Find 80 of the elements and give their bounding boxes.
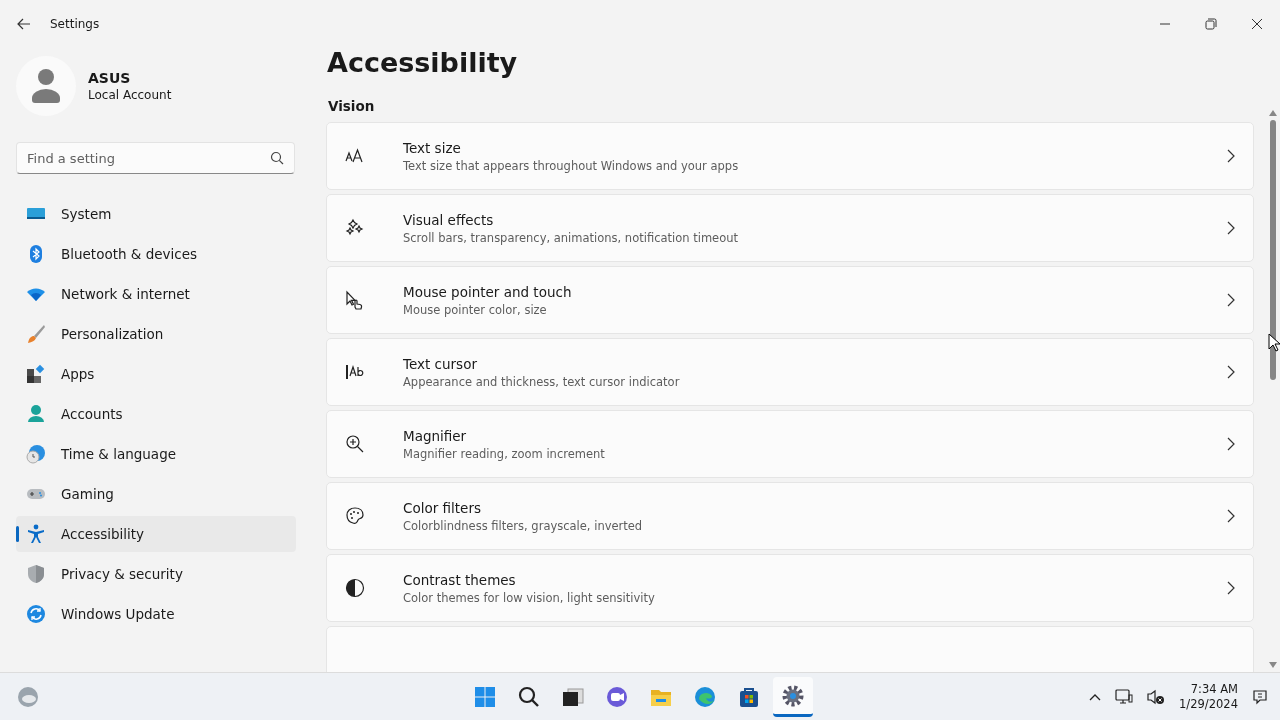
gear-icon [781, 683, 805, 708]
setting-title: Mouse pointer and touch [403, 283, 573, 300]
sync-icon [26, 604, 46, 624]
setting-description: Appearance and thickness, text cursor indicator [403, 374, 681, 389]
nav-item[interactable]: Network & internet [16, 276, 296, 312]
store-icon [737, 685, 761, 709]
chevron-right-icon [1227, 365, 1235, 379]
pointer-hand-icon [345, 290, 365, 310]
setting-card[interactable]: Text cursor Appearance and thickness, text cursor indicator [326, 338, 1254, 406]
setting-description: Mouse pointer color, size [403, 302, 548, 317]
setting-title: Color filters [403, 499, 482, 516]
selection-indicator [16, 526, 19, 542]
task-view-icon [561, 685, 585, 709]
taskbar-app[interactable] [773, 677, 813, 717]
network-icon[interactable] [1115, 688, 1134, 705]
setting-description: Magnifier reading, zoom increment [403, 446, 606, 461]
scroll-down-icon[interactable] [1269, 662, 1277, 668]
nav-item[interactable]: Gaming [16, 476, 296, 512]
accessibility-icon [26, 524, 46, 544]
setting-title: Text size [403, 139, 462, 156]
setting-card[interactable]: Magnifier Magnifier reading, zoom increment [326, 410, 1254, 478]
setting-description: Text size that appears throughout Windows and your apps [403, 158, 740, 173]
nav-item[interactable]: Windows Update [16, 596, 296, 632]
nav-item[interactable]: Time & language [16, 436, 296, 472]
search-icon [270, 151, 284, 165]
setting-card[interactable]: Text size Text size that appears throughout Windows and your apps [326, 122, 1254, 190]
nav-item[interactable]: System [16, 196, 296, 232]
chevron-right-icon [1227, 293, 1235, 307]
scrollbar-thumb[interactable] [1270, 120, 1276, 380]
video-chat-icon [605, 685, 629, 709]
back-icon[interactable] [16, 16, 32, 32]
setting-card[interactable]: Visual effects Scroll bars, transparency, animations, notification timeout [326, 194, 1254, 262]
shield-icon [26, 564, 46, 584]
search-icon [517, 685, 541, 709]
setting-title: Text cursor [403, 355, 478, 372]
nav-item[interactable]: Bluetooth & devices [16, 236, 296, 272]
nav-item[interactable]: Personalization [16, 316, 296, 352]
contrast-icon [345, 578, 365, 598]
chevron-right-icon [1227, 509, 1235, 523]
setting-description: Color themes for low vision, light sensitivity [403, 590, 656, 605]
setting-description: Scroll bars, transparency, animations, notification timeout [403, 230, 739, 245]
setting-title: Magnifier [403, 427, 468, 444]
chevron-right-icon [1227, 221, 1235, 235]
speaker-muted-icon[interactable] [1147, 688, 1166, 705]
paintbrush-icon [26, 324, 46, 344]
nav-item[interactable]: Privacy & security [16, 556, 296, 592]
account-type: Local Account [88, 88, 172, 102]
setting-card[interactable]: Mouse pointer and touch Mouse pointer color, size [326, 266, 1254, 334]
setting-title: Visual effects [403, 211, 495, 228]
apps-icon [26, 364, 46, 384]
chevron-right-icon [1227, 437, 1235, 451]
chevron-right-icon [1227, 149, 1235, 163]
scroll-up-icon[interactable] [1269, 110, 1277, 116]
clock-time[interactable]: 7:34 AM [1190, 681, 1238, 697]
close-icon[interactable] [1251, 18, 1263, 30]
clock-globe-icon [26, 444, 46, 464]
setting-card[interactable]: Color filters Colorblindness filters, grayscale, inverted [326, 482, 1254, 550]
clock-date[interactable]: 1/29/2024 [1179, 696, 1238, 712]
restore-icon[interactable] [1205, 18, 1217, 30]
setting-description: Colorblindness filters, grayscale, inverted [403, 518, 644, 533]
page-title: Accessibility [326, 48, 519, 80]
nav-item[interactable]: Apps [16, 356, 296, 392]
nav-item[interactable]: Accessibility [16, 516, 296, 552]
notification-icon[interactable] [1252, 688, 1268, 705]
setting-title: Contrast themes [403, 571, 517, 588]
section-heading: Vision [328, 98, 376, 114]
person-icon [26, 404, 46, 424]
browser-icon [693, 685, 717, 709]
zoom-in-icon [345, 434, 365, 454]
palette-icon [345, 506, 365, 526]
setting-card[interactable]: Contrast themes Color themes for low vision, light sensitivity [326, 554, 1254, 622]
search-field[interactable]: Find a setting [16, 142, 295, 174]
chevron-right-icon [1227, 581, 1235, 595]
window-title: Settings [50, 17, 100, 31]
nav-item[interactable]: Accounts [16, 396, 296, 432]
text-cursor-icon [345, 362, 365, 382]
start-icon [473, 685, 497, 709]
chevron-up-icon[interactable] [1089, 692, 1102, 701]
mouse-cursor [1268, 333, 1280, 353]
account-name: ASUS [88, 70, 132, 86]
